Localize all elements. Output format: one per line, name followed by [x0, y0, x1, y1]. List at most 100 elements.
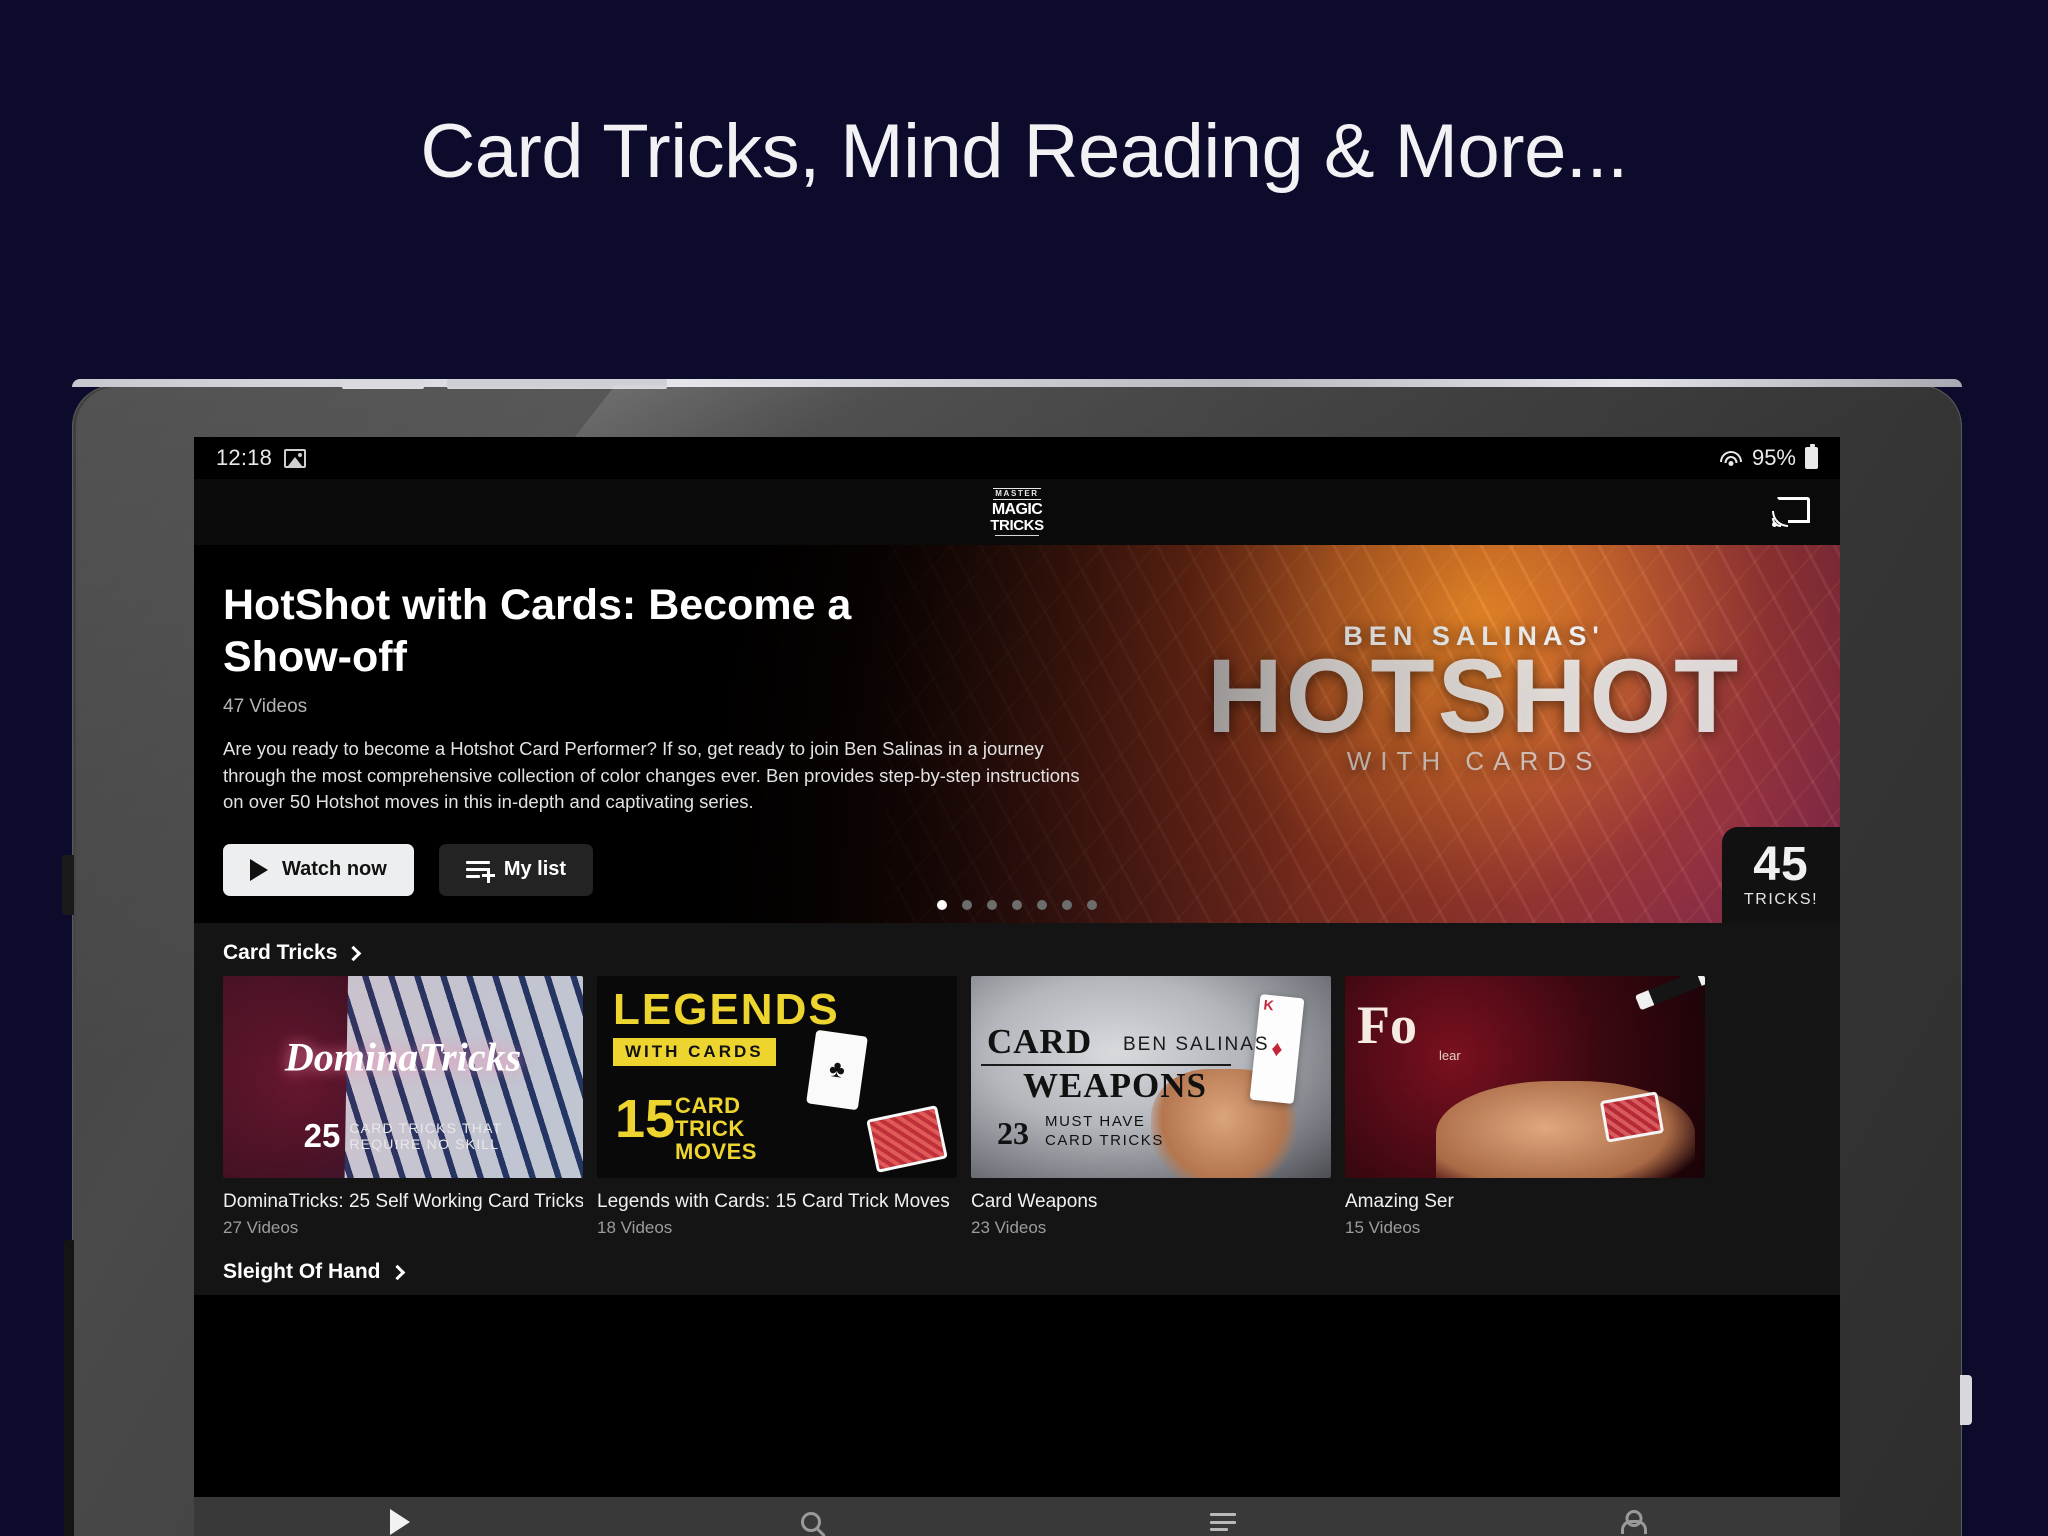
thumb-line-1: CARD [675, 1093, 741, 1118]
thumb-number: 23 [997, 1115, 1029, 1151]
image-icon [284, 448, 307, 468]
tablet-device: 12:18 95% MASTER MAGIC TRICKS HotShot wi… [62, 379, 1972, 1536]
tricks-count-badge: 45 TRICKS! [1722, 827, 1840, 923]
carousel-dot-5[interactable] [1037, 900, 1047, 910]
card-video-count: 18 Videos [597, 1218, 673, 1237]
hero-video-count: 47 Videos [223, 695, 308, 717]
carousel-dot-7[interactable] [1087, 900, 1097, 910]
thumb-title: LEGENDS [613, 985, 840, 1034]
list-item[interactable]: Fo lear Amazing Ser 15 Videos [1345, 976, 1705, 1238]
tablet-face-highlight [568, 385, 946, 445]
thumbnail-card-weapons: CARD BEN SALINAS WEAPONS 23 MUST HAVE CA… [971, 976, 1331, 1178]
carousel-dots [937, 900, 1097, 910]
row-rail-card-tricks[interactable]: DominaTricks 25 CARD TRICKS THAT REQUIRE… [194, 976, 1840, 1238]
card-video-count: 15 Videos [1345, 1218, 1421, 1237]
logo-underline [995, 535, 1039, 536]
play-icon [389, 1509, 410, 1535]
thumb-line-1: CARD TRICKS THAT [349, 1120, 503, 1137]
nav-item-library[interactable] [1017, 1497, 1429, 1536]
nav-item-home[interactable] [194, 1497, 606, 1536]
carousel-dot-4[interactable] [1012, 900, 1022, 910]
my-list-label: My list [503, 858, 567, 881]
thumb-line-2: TRICK [675, 1116, 745, 1142]
playlist-add-icon [465, 860, 495, 883]
thumb-number: 15 [615, 1089, 676, 1149]
row-title-card-tricks: Card Tricks [223, 941, 338, 964]
hero-banner[interactable]: BEN SALINAS' HOTSHOT WITH CARDS HotShot … [194, 545, 1840, 923]
badge-number: 45 [1753, 838, 1809, 891]
thumb-line-2: CARD TRICKS [1045, 1131, 1165, 1149]
nav-item-profile[interactable] [1429, 1497, 1841, 1536]
thumb-word-1: Fo [1357, 995, 1417, 1055]
thumb-line-1: MUST HAVE [1045, 1113, 1146, 1131]
thumb-subtitle-group: 25 CARD TRICKS THAT REQUIRE NO SKILL [304, 1117, 503, 1155]
thumb-wand [1634, 976, 1705, 1011]
carousel-dot-3[interactable] [987, 900, 997, 910]
thumbnail-legends-with-cards: LEGENDS WITH CARDS 15 CARD TRICK MOVES [597, 976, 957, 1178]
chevron-right-icon [389, 1264, 405, 1280]
nav-item-search[interactable] [606, 1497, 1018, 1536]
thumb-band: WITH CARDS [613, 1038, 776, 1066]
list-item[interactable]: CARD BEN SALINAS WEAPONS 23 MUST HAVE CA… [971, 976, 1331, 1238]
tablet-screen: 12:18 95% MASTER MAGIC TRICKS HotShot wi… [194, 437, 1840, 1536]
content-area: Card Tricks DominaTricks 25 CARD TRICKS … [194, 923, 1840, 1295]
watch-now-button[interactable]: Watch now [223, 843, 414, 896]
bottom-navigation [194, 1497, 1840, 1536]
status-bar-left: 12:18 [216, 445, 307, 471]
tablet-right-button [1960, 1375, 1972, 1425]
carousel-dot-1[interactable] [937, 900, 947, 910]
carousel-dot-2[interactable] [962, 900, 972, 910]
thumb-line-2: REQUIRE NO SKILL [349, 1136, 500, 1153]
thumbnail-dominatricks: DominaTricks 25 CARD TRICKS THAT REQUIRE… [223, 976, 583, 1178]
wifi-icon [1719, 449, 1743, 467]
logo-magic-text: MAGIC [991, 501, 1043, 518]
battery-percent: 95% [1751, 445, 1796, 470]
logo-tricks-text: TRICKS [990, 517, 1044, 534]
card-title: Legends with Cards: 15 Card Trick Moves [597, 1191, 950, 1212]
watch-now-label: Watch now [282, 858, 387, 881]
promo-headline: Card Tricks, Mind Reading & More... [420, 109, 1628, 194]
thumb-line-3: MOVES [675, 1139, 757, 1165]
list-item[interactable]: DominaTricks 25 CARD TRICKS THAT REQUIRE… [223, 976, 583, 1238]
app-logo[interactable]: MASTER MAGIC TRICKS [988, 488, 1046, 536]
status-time: 12:18 [216, 445, 273, 470]
hero-actions: Watch now My list [223, 843, 1123, 896]
search-icon [801, 1512, 822, 1532]
thumb-word-2: WEAPONS [1023, 1066, 1207, 1105]
status-bar: 12:18 95% [194, 437, 1840, 479]
row-title-sleight-of-hand: Sleight Of Hand [223, 1260, 381, 1283]
card-title: DominaTricks: 25 Self Working Card Trick… [223, 1191, 583, 1212]
hero-description: Are you ready to become a Hotshot Card P… [223, 737, 1080, 813]
app-header: MASTER MAGIC TRICKS [194, 479, 1840, 545]
card-video-count: 23 Videos [971, 1218, 1047, 1237]
thumb-white-card [806, 1029, 869, 1110]
badge-caption: TRICKS! [1743, 891, 1819, 908]
tablet-side-button-bottom [64, 1240, 74, 1536]
card-title: Card Weapons [971, 1191, 1098, 1212]
card-video-count: 27 Videos [223, 1218, 299, 1237]
profile-icon [1623, 1510, 1645, 1534]
thumbnail-amazing-series: Fo lear [1345, 976, 1705, 1178]
logo-master-text: MASTER [993, 488, 1041, 500]
hero-content: HotShot with Cards: Become a Show-off 47… [223, 579, 1123, 896]
carousel-dot-6[interactable] [1062, 900, 1072, 910]
thumb-author: BEN SALINAS [1123, 1034, 1270, 1055]
chevron-right-icon [346, 945, 362, 961]
card-title: Amazing Ser [1345, 1191, 1454, 1212]
battery-icon [1805, 444, 1818, 469]
row-header-card-tricks[interactable]: Card Tricks [194, 923, 1840, 976]
thumb-script-title: DominaTricks [284, 1034, 522, 1080]
cast-waves-shape [1772, 510, 1789, 527]
thumb-number: 25 [303, 1117, 341, 1155]
play-icon [250, 858, 268, 881]
list-item[interactable]: LEGENDS WITH CARDS 15 CARD TRICK MOVES L… [597, 976, 957, 1238]
thumb-lines: CARD TRICKS THAT REQUIRE NO SKILL [349, 1120, 502, 1152]
thumb-word-1: CARD [987, 1022, 1093, 1061]
tablet-edge-glint-right [447, 379, 667, 389]
cast-icon[interactable] [1772, 497, 1810, 527]
row-header-sleight-of-hand[interactable]: Sleight Of Hand [194, 1238, 1840, 1295]
status-bar-right: 95% [1719, 444, 1818, 471]
hero-title: HotShot with Cards: Become a Show-off [223, 581, 852, 682]
my-list-button[interactable]: My list [438, 843, 594, 896]
thumb-lines: MUST HAVE CARD TRICKS [1045, 1113, 1164, 1150]
